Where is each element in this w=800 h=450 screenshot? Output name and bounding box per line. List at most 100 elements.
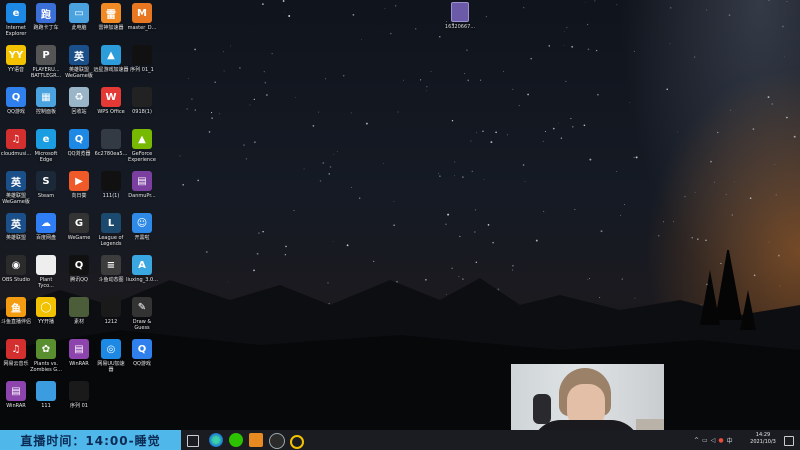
desktop-icon-danmu[interactable]: ▤ DanmuPr... bbox=[126, 171, 158, 199]
orange-app-taskbar-icon[interactable] bbox=[249, 433, 263, 447]
desktop-icon-yy-kaibo[interactable]: ◯ YY开播 bbox=[30, 297, 62, 325]
wps-office-icon: W bbox=[101, 87, 121, 107]
star bbox=[587, 48, 590, 51]
star bbox=[542, 140, 544, 142]
desktop-icon-label-line1: Steam bbox=[37, 193, 55, 199]
star bbox=[402, 79, 404, 81]
desktop-icon-label-line2: Experience bbox=[128, 157, 156, 163]
desktop-icon-master-d[interactable]: Mmaster_D... bbox=[126, 3, 158, 31]
task-view-button[interactable] bbox=[187, 435, 199, 447]
desktop-icon-file-111[interactable]: 111 bbox=[30, 381, 62, 409]
desktop-icon-label-line2: Zombies G... bbox=[30, 367, 62, 373]
star bbox=[194, 109, 197, 111]
star bbox=[767, 96, 770, 99]
desktop-icon-label-line1: master_D... bbox=[127, 25, 157, 31]
star bbox=[560, 137, 563, 139]
desktop-icon-internet-explorer[interactable]: e Internet Explorer bbox=[0, 3, 32, 37]
desktop-icon-lol-wegame[interactable]: 英英雄联盟 WeGame版 bbox=[63, 45, 95, 79]
yellow-app-taskbar-icon[interactable] bbox=[290, 435, 304, 449]
wechat-taskbar-icon[interactable] bbox=[229, 433, 243, 447]
qq-browser-icon: Q bbox=[69, 129, 89, 149]
desktop-icon-pvz[interactable]: ✿ Plants vs. Zombies G... bbox=[30, 339, 62, 373]
star bbox=[585, 2, 587, 3]
chair bbox=[533, 394, 551, 424]
star bbox=[438, 172, 439, 174]
star bbox=[629, 102, 630, 103]
star bbox=[535, 239, 538, 242]
desktop-icon-control-panel[interactable]: ▦ 控制面板 bbox=[30, 87, 62, 115]
desktop-file[interactable]: 16320667... bbox=[445, 2, 475, 30]
desktop-icon-netease-uu[interactable]: ◎ 网易UU加速器 bbox=[95, 339, 127, 373]
desktop-icon-qq-speed[interactable]: 跑跑跑卡丁车 bbox=[30, 3, 62, 31]
star bbox=[194, 48, 196, 51]
star bbox=[574, 209, 576, 211]
desktop-icon-draw-guess[interactable]: ✎ Draw & Guess bbox=[126, 297, 158, 331]
star bbox=[705, 239, 707, 241]
star bbox=[731, 214, 733, 216]
desktop-icon-label-line1: 序列 01_1 bbox=[130, 67, 154, 73]
star bbox=[464, 73, 466, 75]
star bbox=[677, 131, 678, 133]
star bbox=[571, 45, 574, 48]
star bbox=[616, 4, 618, 6]
desktop-icon-label-line1: 1212 bbox=[104, 319, 118, 325]
star bbox=[393, 224, 395, 226]
ime-icon[interactable]: 中 bbox=[727, 436, 733, 445]
star bbox=[586, 23, 589, 26]
desktop-icon-sequence-01-1[interactable]: 序列 01_1 bbox=[126, 45, 158, 73]
obs-taskbar-icon[interactable] bbox=[269, 433, 285, 449]
draw-guess-icon: ✎ bbox=[132, 297, 152, 317]
qq-game-center-icon: Q bbox=[6, 87, 26, 107]
star bbox=[571, 125, 574, 128]
star bbox=[544, 131, 546, 132]
star bbox=[365, 122, 368, 125]
desktop-icon-qq-game[interactable]: Q QQ游戏 bbox=[126, 339, 158, 367]
recycle-bin-icon: ♻ bbox=[69, 87, 89, 107]
desktop-icon-plant-tycoon[interactable]: Plant Tyco... bbox=[30, 255, 62, 289]
desktop-icon-file-0918[interactable]: 0918(1) bbox=[126, 87, 158, 115]
star bbox=[390, 32, 392, 35]
tray-app-icon[interactable]: ● bbox=[718, 437, 723, 444]
volume-icon[interactable]: ◁ bbox=[711, 437, 716, 444]
desktop-icon-geforce-experience[interactable]: ▲ GeForce Experience bbox=[126, 129, 158, 163]
star bbox=[262, 230, 264, 233]
star bbox=[439, 36, 441, 38]
system-tray: ^ ▭ ◁ ● 中 bbox=[694, 434, 733, 446]
desktop-icon-lol-wegame-2[interactable]: 英英雄联盟 WeGame版 bbox=[0, 171, 32, 205]
taskbar-clock[interactable]: 14:29 2021/10/3 bbox=[748, 432, 778, 446]
star bbox=[350, 112, 352, 114]
star bbox=[214, 81, 216, 83]
desktop-icon-label-line1: 雷神加速器 bbox=[98, 25, 124, 31]
star bbox=[329, 166, 332, 168]
desktop-icon-microsoft-edge[interactable]: e Microsoft Edge bbox=[30, 129, 62, 163]
star bbox=[243, 144, 245, 146]
notification-icon[interactable] bbox=[784, 436, 794, 446]
desktop-icon-label-line2: Explorer bbox=[5, 31, 27, 37]
desktop-icon-label-line2: Edge bbox=[39, 157, 53, 163]
desktop-icon-label-line1: 百度网盘 bbox=[35, 235, 56, 241]
network-icon[interactable]: ▭ bbox=[702, 437, 708, 444]
cloudmusic-icon: ♫ bbox=[6, 129, 26, 149]
star bbox=[557, 122, 559, 124]
plant-tycoon-icon bbox=[36, 255, 56, 275]
desktop-icon-league-of-legends[interactable]: L League of Legends bbox=[95, 213, 127, 247]
desktop-icon-kaiheila[interactable]: ☺ 开黑啦 bbox=[126, 213, 158, 241]
star bbox=[451, 120, 454, 122]
star bbox=[666, 88, 668, 91]
star bbox=[616, 171, 618, 172]
star bbox=[466, 49, 468, 51]
desktop-icon-pubg[interactable]: P PLAYERU... BATTLEGR... bbox=[30, 45, 62, 79]
chevron-up-icon[interactable]: ^ bbox=[694, 437, 699, 444]
star bbox=[253, 141, 256, 144]
star bbox=[793, 135, 796, 138]
desktop-icon-label: Draw & Guess bbox=[122, 319, 162, 331]
desktop-icon-liuxing[interactable]: Aliuxing_3.0... bbox=[126, 255, 158, 283]
desktop-icon-label: 开黑啦 bbox=[122, 235, 162, 241]
desktop-icon-baidu-netdisk[interactable]: ☁ 百度网盘 bbox=[30, 213, 62, 241]
desktop-icon-label-line1: 斗鱼动态图 bbox=[98, 277, 124, 283]
desktop-icon-steam[interactable]: S Steam bbox=[30, 171, 62, 199]
star bbox=[197, 179, 199, 182]
edge-taskbar-icon[interactable] bbox=[209, 433, 223, 447]
baidu-netdisk-icon: ☁ bbox=[36, 213, 56, 233]
desktop-icon-sequence-01[interactable]: 序列 01 bbox=[63, 381, 95, 409]
